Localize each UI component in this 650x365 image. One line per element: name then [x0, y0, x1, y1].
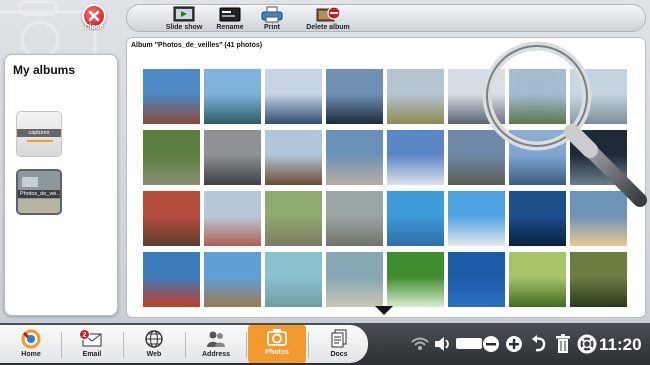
- volume-icon[interactable]: [433, 333, 453, 355]
- delete-album-label: Delete album: [306, 24, 350, 31]
- camera-watermark-icon: [0, 0, 97, 60]
- nav-label: Email: [82, 351, 102, 358]
- trash-icon[interactable]: [555, 333, 571, 355]
- nav-label: Address: [201, 351, 230, 358]
- photo-thumbnail[interactable]: [447, 251, 506, 308]
- address-book-icon: [207, 331, 225, 347]
- photo-thumbnail[interactable]: [203, 129, 262, 186]
- divider: [61, 332, 62, 358]
- nav-home[interactable]: Home: [2, 327, 60, 363]
- help-lifebuoy-icon[interactable]: [577, 333, 597, 355]
- undo-icon[interactable]: [530, 333, 548, 355]
- photo-thumbnail[interactable]: [264, 251, 323, 308]
- documents-icon: [331, 329, 347, 348]
- photo-thumbnail[interactable]: [386, 129, 445, 186]
- rename-icon: [219, 7, 241, 22]
- divider: [185, 332, 186, 358]
- camera-icon: [267, 329, 287, 346]
- wifi-icon[interactable]: [410, 333, 430, 355]
- divider: [123, 332, 124, 358]
- magnifier-icon: [482, 41, 647, 207]
- album-accent-bar: [27, 140, 53, 142]
- nav-web[interactable]: Web: [125, 327, 183, 363]
- email-unread-badge: 2: [79, 329, 90, 340]
- nav-label: Photos: [265, 349, 289, 356]
- photo-thumbnail[interactable]: [142, 251, 201, 308]
- nav-label: Web: [146, 351, 162, 358]
- album-captures[interactable]: captures: [16, 111, 62, 157]
- print-button[interactable]: Print: [259, 6, 285, 33]
- close-icon: [88, 10, 100, 22]
- nav-label: Docs: [330, 351, 348, 358]
- album-toolbar: Slide show Rename Print Delete album: [126, 4, 646, 32]
- album-photos-de-veilles[interactable]: Photos_de_vei...: [16, 169, 62, 215]
- rename-label: Rename: [216, 24, 244, 31]
- albums-sidebar: My albums captures Photos_de_vei...: [4, 54, 118, 316]
- nav-email[interactable]: Email: [63, 327, 121, 363]
- photo-thumbnail[interactable]: [142, 190, 201, 247]
- nav-docs[interactable]: Docs: [310, 327, 368, 363]
- volume-up-icon[interactable]: [504, 333, 524, 355]
- nav-label: Home: [21, 351, 41, 358]
- slideshow-label: Slide show: [165, 24, 203, 31]
- photo-thumbnail[interactable]: [264, 129, 323, 186]
- nav-photos[interactable]: Photos: [248, 325, 306, 363]
- photo-thumbnail[interactable]: [386, 68, 445, 125]
- photo-thumbnail[interactable]: [325, 129, 384, 186]
- slideshow-button[interactable]: Slide show: [161, 6, 207, 33]
- close-label: Close: [84, 24, 104, 31]
- photo-thumbnail[interactable]: [142, 68, 201, 125]
- photo-thumbnail[interactable]: [325, 190, 384, 247]
- delete-album-icon: [316, 6, 341, 22]
- rename-button[interactable]: Rename: [213, 6, 247, 33]
- album-label: Photos_de_vei...: [18, 190, 60, 198]
- clock: 11:20: [599, 335, 642, 354]
- album-title: Album "Photos_de_veilles" (41 photos): [131, 42, 263, 49]
- photo-thumbnail[interactable]: [264, 68, 323, 125]
- photo-thumbnail[interactable]: [203, 251, 262, 308]
- volume-down-icon[interactable]: [482, 333, 500, 355]
- scroll-down-arrow-icon[interactable]: [375, 306, 393, 315]
- nav-address[interactable]: Address: [187, 327, 245, 363]
- photo-thumbnail[interactable]: [264, 190, 323, 247]
- photo-thumbnail[interactable]: [386, 251, 445, 308]
- photo-thumbnail[interactable]: [325, 251, 384, 308]
- slideshow-icon: [173, 6, 195, 22]
- divider: [308, 332, 309, 358]
- divider: [246, 332, 247, 358]
- volume-level-bar[interactable]: [455, 333, 483, 355]
- photo-thumbnail[interactable]: [203, 68, 262, 125]
- photo-thumbnail[interactable]: [325, 68, 384, 125]
- album-label: captures: [17, 129, 61, 137]
- photo-thumbnail[interactable]: [203, 190, 262, 247]
- photo-thumbnail[interactable]: [386, 190, 445, 247]
- sidebar-title: My albums: [13, 63, 76, 77]
- photo-thumbnail[interactable]: [142, 129, 201, 186]
- delete-album-button[interactable]: Delete album: [303, 6, 353, 33]
- photo-thumbnail[interactable]: [508, 251, 567, 308]
- home-icon: [21, 329, 41, 349]
- print-label: Print: [264, 24, 280, 31]
- globe-icon: [145, 330, 163, 348]
- printer-icon: [261, 6, 283, 23]
- photo-thumbnail[interactable]: [569, 251, 628, 308]
